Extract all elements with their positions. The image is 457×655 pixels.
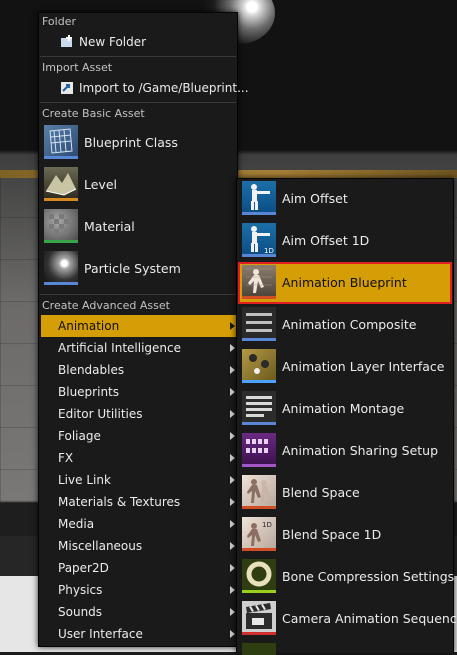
level-item[interactable]: Level xyxy=(41,165,235,205)
blend-space-label: Blend Space xyxy=(282,485,360,500)
material-icon xyxy=(44,209,78,243)
submenu-arrow-icon xyxy=(230,476,235,484)
blueprint-class-item[interactable]: Blueprint Class xyxy=(41,123,235,163)
animation-sharing-setup-icon xyxy=(242,433,276,467)
submenu-arrow-icon xyxy=(230,520,235,528)
material-label: Material xyxy=(84,219,135,234)
animation-composite-label: Animation Composite xyxy=(282,317,417,332)
separator xyxy=(40,102,236,103)
animation-submenu: Aim Offset 1D Aim Offset 1D Animation Bl… xyxy=(236,178,457,655)
aim-offset-item[interactable]: Aim Offset xyxy=(239,179,451,219)
blend-space-1d-label: Blend Space 1D xyxy=(282,527,382,542)
blend-space-1d-icon: 1D xyxy=(242,517,276,551)
level-icon xyxy=(44,167,78,201)
animation-montage-label: Animation Montage xyxy=(282,401,405,416)
animation-layer-interface-icon xyxy=(242,349,276,383)
new-folder-label: New Folder xyxy=(79,35,147,49)
submenu-arrow-icon xyxy=(230,432,235,440)
submenu-arrow-icon xyxy=(230,344,235,352)
blend-space-1d-item[interactable]: 1D Blend Space 1D xyxy=(239,515,451,555)
category-live-link[interactable]: Live Link xyxy=(41,469,237,491)
animation-montage-item[interactable]: Animation Montage xyxy=(239,389,451,429)
submenu-arrow-icon xyxy=(230,322,235,330)
new-folder-item[interactable]: New Folder xyxy=(39,31,237,53)
aim-offset-icon xyxy=(242,181,276,215)
svg-text:1D: 1D xyxy=(264,247,274,254)
category-user-interface[interactable]: User Interface xyxy=(41,623,237,645)
submenu-arrow-icon xyxy=(230,388,235,396)
animation-montage-icon xyxy=(242,391,276,425)
material-item[interactable]: Material xyxy=(41,207,235,247)
blueprint-class-icon xyxy=(44,125,78,159)
blueprint-class-label: Blueprint Class xyxy=(84,135,178,150)
separator xyxy=(40,294,236,295)
category-blendables[interactable]: Blendables xyxy=(41,359,237,381)
bone-compression-settings-label: Bone Compression Settings xyxy=(282,569,455,584)
import-icon xyxy=(61,82,73,94)
submenu-arrow-icon xyxy=(230,586,235,594)
category-sounds[interactable]: Sounds xyxy=(41,601,237,623)
import-asset-item[interactable]: Import to /Game/Blueprint... xyxy=(39,77,249,99)
section-header-import: Import Asset xyxy=(42,61,113,74)
category-animation[interactable]: Animation xyxy=(41,315,237,337)
category-paper2d[interactable]: Paper2D xyxy=(41,557,237,579)
submenu-arrow-icon xyxy=(230,454,235,462)
camera-animation-sequence-item[interactable]: Camera Animation Sequence xyxy=(239,599,457,639)
blend-space-item[interactable]: Blend Space xyxy=(239,473,451,513)
partial-asset-icon xyxy=(242,643,276,655)
animation-composite-icon xyxy=(242,307,276,341)
animation-sharing-setup-label: Animation Sharing Setup xyxy=(282,443,439,458)
submenu-arrow-icon xyxy=(230,564,235,572)
animation-composite-item[interactable]: Animation Composite xyxy=(239,305,451,345)
separator xyxy=(40,56,236,57)
category-editor-utilities[interactable]: Editor Utilities xyxy=(41,403,237,425)
animation-layer-interface-item[interactable]: Animation Layer Interface xyxy=(239,347,451,387)
category-media[interactable]: Media xyxy=(41,513,237,535)
submenu-arrow-icon xyxy=(230,366,235,374)
category-foliage[interactable]: Foliage xyxy=(41,425,237,447)
import-asset-label: Import to /Game/Blueprint... xyxy=(79,81,249,95)
animation-sharing-setup-item[interactable]: Animation Sharing Setup xyxy=(239,431,451,471)
category-artificial-intelligence[interactable]: Artificial Intelligence xyxy=(41,337,237,359)
aim-offset-1d-label: Aim Offset 1D xyxy=(282,233,370,248)
category-fx[interactable]: FX xyxy=(41,447,237,469)
aim-offset-1d-icon: 1D xyxy=(242,223,276,257)
animation-blueprint-icon xyxy=(242,265,276,299)
new-folder-icon xyxy=(61,35,72,47)
category-physics[interactable]: Physics xyxy=(41,579,237,601)
animation-layer-interface-label: Animation Layer Interface xyxy=(282,359,445,374)
particle-system-icon xyxy=(44,251,78,285)
animation-blueprint-item[interactable]: Animation Blueprint xyxy=(238,262,452,304)
bone-compression-settings-item[interactable]: Bone Compression Settings xyxy=(239,557,455,597)
submenu-arrow-icon xyxy=(230,498,235,506)
svg-text:1D: 1D xyxy=(262,521,272,529)
blend-space-icon xyxy=(242,475,276,509)
bone-compression-settings-icon xyxy=(242,559,276,593)
section-header-folder: Folder xyxy=(42,15,76,28)
animation-blueprint-label: Animation Blueprint xyxy=(282,275,407,290)
add-new-context-menu: Folder New Folder Import Asset Import to… xyxy=(38,12,249,647)
particle-system-item[interactable]: Particle System xyxy=(41,249,235,289)
next-asset-item-partial[interactable] xyxy=(239,641,451,655)
camera-animation-sequence-icon xyxy=(242,601,276,635)
submenu-arrow-icon xyxy=(230,630,235,638)
camera-animation-sequence-label: Camera Animation Sequence xyxy=(282,611,457,626)
level-label: Level xyxy=(84,177,117,192)
section-header-basic: Create Basic Asset xyxy=(42,107,145,120)
aim-offset-1d-item[interactable]: 1D Aim Offset 1D xyxy=(239,221,451,261)
submenu-arrow-icon xyxy=(230,542,235,550)
submenu-arrow-icon xyxy=(230,608,235,616)
submenu-arrow-icon xyxy=(230,410,235,418)
category-miscellaneous[interactable]: Miscellaneous xyxy=(41,535,237,557)
aim-offset-label: Aim Offset xyxy=(282,191,348,206)
section-header-advanced: Create Advanced Asset xyxy=(42,299,170,312)
particle-system-label: Particle System xyxy=(84,261,181,276)
category-blueprints[interactable]: Blueprints xyxy=(41,381,237,403)
category-materials-textures[interactable]: Materials & Textures xyxy=(41,491,237,513)
